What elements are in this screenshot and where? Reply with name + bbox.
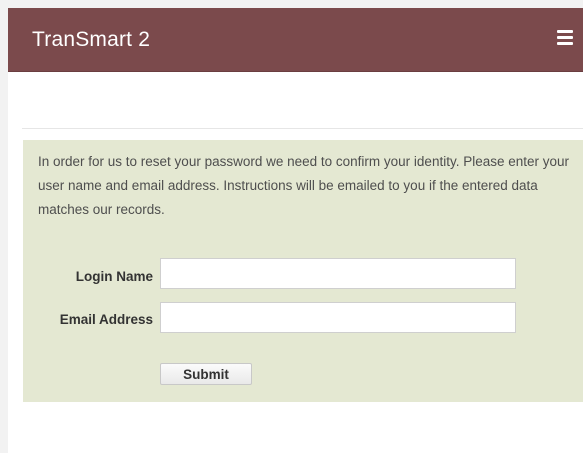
email-address-label: Email Address [59,312,153,327]
submit-button[interactable]: Submit [160,363,252,385]
menu-bar [557,36,573,39]
content-divider [22,128,583,129]
menu-bar [557,42,573,45]
top-navbar: TranSmart 2 [8,8,583,72]
login-name-input[interactable] [160,258,516,289]
page: TranSmart 2 In order for us to reset you… [8,8,583,453]
app-title: TranSmart 2 [32,28,151,51]
password-reset-panel: In order for us to reset your password w… [23,140,583,402]
email-address-input[interactable] [160,302,516,333]
hamburger-menu-icon[interactable] [557,30,573,46]
reset-instructions: In order for us to reset your password w… [38,154,570,217]
login-name-label: Login Name [75,269,153,284]
menu-bar [557,30,573,33]
